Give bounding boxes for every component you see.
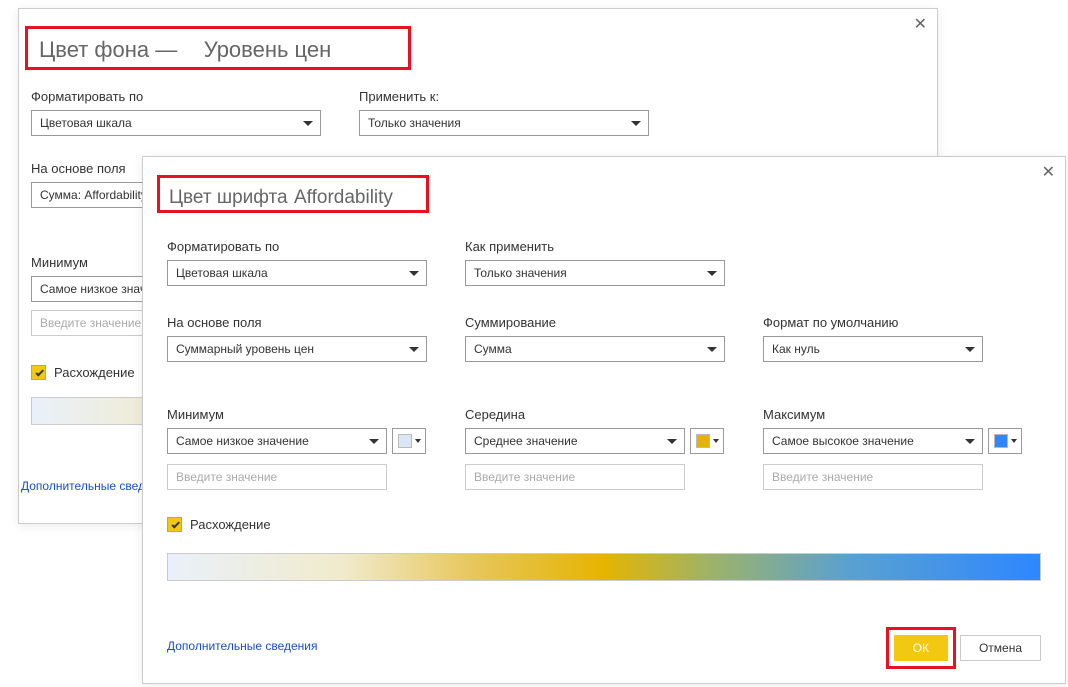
- d2-min-input[interactable]: Введите значение: [167, 464, 387, 490]
- d2-max-select[interactable]: Самое высокое значение: [763, 428, 983, 454]
- dialog1-title-wrap: Цвет фона — Уровень цен: [31, 33, 339, 67]
- apply-to-group: Применить к: Только значения: [359, 89, 649, 136]
- d2-min-label: Минимум: [167, 407, 426, 422]
- dialog1-title-suffix: Уровень цен: [204, 37, 332, 62]
- color-swatch: [398, 434, 412, 448]
- d2-center-input[interactable]: Введите значение: [465, 464, 685, 490]
- diverging-checkbox[interactable]: [31, 365, 46, 380]
- d2-max-color[interactable]: [988, 428, 1022, 454]
- d2-max-group: Максимум Самое высокое значение Введите …: [763, 407, 1022, 490]
- format-by-group: Форматировать по Цветовая шкала: [31, 89, 321, 136]
- d2-max-label: Максимум: [763, 407, 1022, 422]
- d2-center-group: Середина Среднее значение Введите значен…: [465, 407, 724, 490]
- d2-summ-group: Суммирование Сумма: [465, 315, 725, 362]
- d2-min-select[interactable]: Самое низкое значение: [167, 428, 387, 454]
- dialog1-title-prefix: Цвет фона —: [39, 37, 177, 62]
- format-by-select[interactable]: Цветовая шкала: [31, 110, 321, 136]
- d2-basedon-select[interactable]: Суммарный уровень цен: [167, 336, 427, 362]
- d2-apply-select[interactable]: Только значения: [465, 260, 725, 286]
- d2-diverging-label: Расхождение: [190, 517, 271, 532]
- color-swatch: [994, 434, 1008, 448]
- d2-formatby-group: Форматировать по Цветовая шкала: [167, 239, 427, 286]
- more-info-link[interactable]: Дополнительные сведения: [167, 639, 317, 653]
- diverging-row: Расхождение: [31, 365, 135, 380]
- d2-basedon-group: На основе поля Суммарный уровень цен: [167, 315, 427, 362]
- d2-gradient-preview: [167, 553, 1041, 581]
- dialog2-title-wrap: Цвет шрифта Affordability: [169, 187, 393, 209]
- d2-default-select[interactable]: Как нуль: [763, 336, 983, 362]
- d2-min-color[interactable]: [392, 428, 426, 454]
- d2-center-select[interactable]: Среднее значение: [465, 428, 685, 454]
- dialog2-title-prefix: Цвет шрифта: [169, 187, 288, 208]
- d2-summ-label: Суммирование: [465, 315, 725, 330]
- close-icon[interactable]: ✕: [910, 13, 931, 37]
- d2-center-label: Середина: [465, 407, 724, 422]
- close-icon[interactable]: ✕: [1038, 161, 1059, 185]
- apply-to-label: Применить к:: [359, 89, 649, 104]
- d2-apply-group: Как применить Только значения: [465, 239, 725, 286]
- color-swatch: [696, 434, 710, 448]
- d2-default-label: Формат по умолчанию: [763, 315, 983, 330]
- d2-summ-select[interactable]: Сумма: [465, 336, 725, 362]
- ok-button[interactable]: ОК: [894, 635, 948, 661]
- d2-min-group: Минимум Самое низкое значение Введите зн…: [167, 407, 426, 490]
- diverging-checkbox[interactable]: [167, 517, 182, 532]
- diverging-label: Расхождение: [54, 365, 135, 380]
- d2-basedon-label: На основе поля: [167, 315, 427, 330]
- font-color-dialog: ✕ Цвет шрифта Affordability Форматироват…: [142, 156, 1066, 684]
- d2-apply-label: Как применить: [465, 239, 725, 254]
- format-by-label: Форматировать по: [31, 89, 321, 104]
- d2-center-color[interactable]: [690, 428, 724, 454]
- d2-max-input[interactable]: Введите значение: [763, 464, 983, 490]
- dialog2-title-italic: Affordability: [294, 187, 393, 208]
- cancel-button[interactable]: Отмена: [960, 635, 1041, 661]
- d2-formatby-select[interactable]: Цветовая шкала: [167, 260, 427, 286]
- d2-default-group: Формат по умолчанию Как нуль: [763, 315, 983, 362]
- d2-formatby-label: Форматировать по: [167, 239, 427, 254]
- d2-diverging-row: Расхождение: [167, 517, 271, 532]
- apply-to-select[interactable]: Только значения: [359, 110, 649, 136]
